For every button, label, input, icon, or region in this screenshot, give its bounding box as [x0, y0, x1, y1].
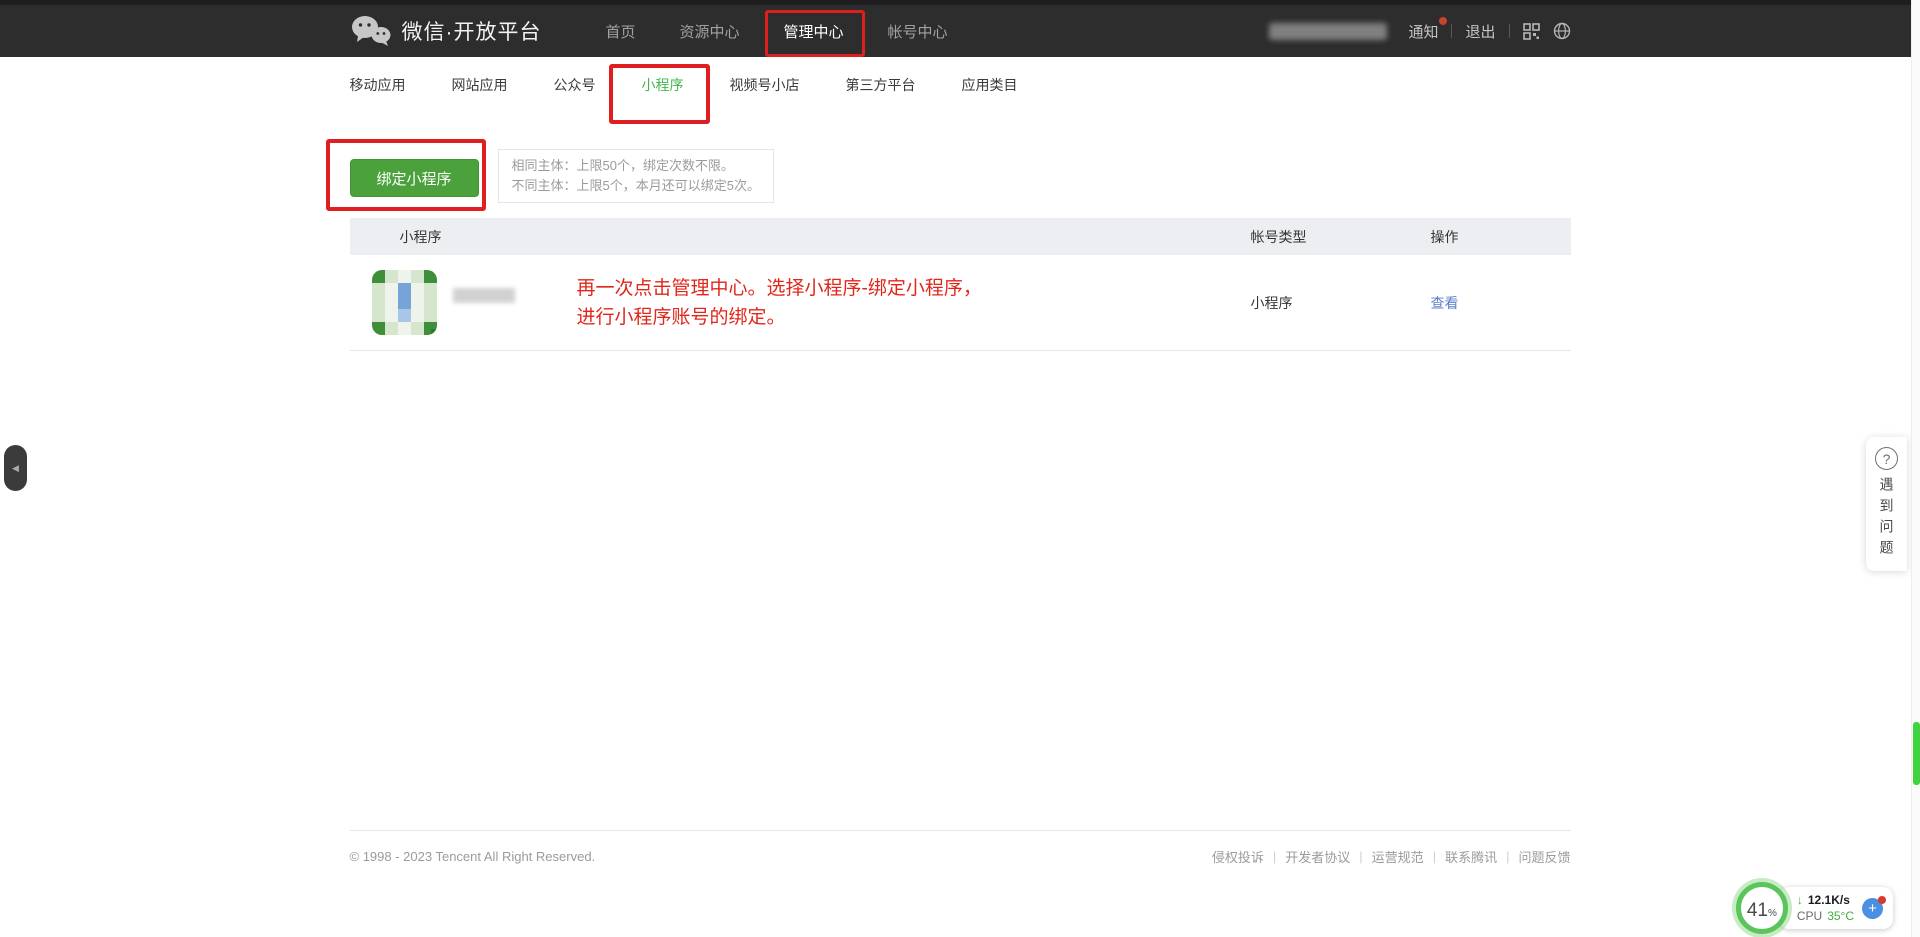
top-navbar: 微信·开放平台 首页 资源中心 管理中心 帐号中心 通知 退出	[0, 0, 1920, 57]
divider	[1509, 24, 1510, 38]
app-icon-mosaic	[372, 270, 437, 335]
app-name-blurred	[453, 288, 515, 303]
footer: © 1998 - 2023 Tencent All Right Reserved…	[350, 830, 1571, 866]
footer-link-infringement[interactable]: 侵权投诉	[1212, 847, 1264, 866]
quota-line1: 相同主体：上限50个，绑定次数不限。	[512, 156, 760, 176]
col-header-action: 操作	[1431, 227, 1571, 247]
tab-website-app[interactable]: 网站应用	[452, 75, 508, 95]
nav-resource-center[interactable]: 资源中心	[680, 21, 740, 42]
top-nav: 首页 资源中心 管理中心 帐号中心	[606, 21, 948, 42]
download-arrow-icon: ↓	[1797, 893, 1803, 907]
notice-link[interactable]: 通知	[1408, 21, 1438, 42]
help-label: 遇到问题	[1877, 477, 1897, 561]
col-header-miniprogram: 小程序	[350, 227, 1251, 247]
scrollbar-track[interactable]	[1911, 0, 1920, 937]
tab-app-category[interactable]: 应用类目	[962, 75, 1018, 95]
logout-link[interactable]: 退出	[1465, 21, 1495, 42]
notice-label: 通知	[1408, 24, 1438, 41]
user-area: 通知 退出	[1269, 21, 1570, 42]
cpu-temperature: 35°C	[1827, 909, 1854, 923]
footer-links: 侵权投诉 开发者协议 运营规范 联系腾讯 问题反馈	[1212, 847, 1571, 866]
copyright-text: © 1998 - 2023 Tencent All Right Reserved…	[350, 849, 596, 864]
brand-title: 微信·开放平台	[402, 16, 542, 46]
col-header-account-type: 帐号类型	[1251, 227, 1431, 247]
percent-value: 41	[1747, 900, 1768, 922]
footer-link-feedback[interactable]: 问题反馈	[1518, 847, 1570, 866]
wechat-logo-icon	[350, 14, 392, 48]
scrollbar-green-marker[interactable]	[1913, 722, 1920, 785]
download-speed: 12.1K/s	[1808, 893, 1850, 907]
divider	[1497, 849, 1518, 864]
help-widget[interactable]: ? 遇到问题	[1866, 437, 1907, 571]
footer-link-operation-rules[interactable]: 运营规范	[1372, 847, 1424, 866]
plus-icon: +	[1868, 900, 1877, 917]
add-button[interactable]: +	[1862, 898, 1883, 919]
divider	[1451, 24, 1452, 38]
quota-info-box: 相同主体：上限50个，绑定次数不限。 不同主体：上限5个，本月还可以绑定5次。	[498, 149, 774, 203]
tab-mobile-app[interactable]: 移动应用	[350, 75, 406, 95]
monitor-pill: ↓ 12.1K/s CPU 35°C +	[1779, 887, 1893, 929]
divider	[1424, 849, 1445, 864]
secondary-tabbar: 移动应用 网站应用 公众号 小程序 视频号小店 第三方平台 应用类目	[0, 57, 1920, 113]
tab-channels-shop[interactable]: 视频号小店	[730, 75, 800, 95]
tab-third-party-platform[interactable]: 第三方平台	[846, 75, 916, 95]
notice-badge-dot	[1439, 17, 1447, 25]
table-header: 小程序 帐号类型 操作	[350, 218, 1571, 255]
nav-management-center[interactable]: 管理中心	[784, 21, 844, 42]
annotation-line1: 再一次点击管理中心。选择小程序-绑定小程序，	[577, 274, 982, 303]
annotation-line2: 进行小程序账号的绑定。	[577, 303, 982, 332]
divider	[1264, 849, 1285, 864]
language-globe-icon[interactable]	[1553, 22, 1571, 40]
sidebar-collapse-button[interactable]: ◀	[4, 445, 27, 491]
cpu-label: CPU	[1797, 909, 1822, 923]
footer-link-contact-tencent[interactable]: 联系腾讯	[1445, 847, 1497, 866]
view-link[interactable]: 查看	[1431, 295, 1459, 311]
username-blurred	[1269, 23, 1387, 40]
tab-official-account[interactable]: 公众号	[554, 75, 596, 95]
bind-miniprogram-button[interactable]: 绑定小程序	[350, 159, 479, 197]
miniprogram-table: 小程序 帐号类型 操作	[350, 218, 1571, 351]
table-row: 再一次点击管理中心。选择小程序-绑定小程序， 进行小程序账号的绑定。 小程序 查…	[350, 255, 1571, 351]
account-type-value: 小程序	[1251, 293, 1431, 313]
main-content: 绑定小程序 相同主体：上限50个，绑定次数不限。 不同主体：上限5个，本月还可以…	[350, 113, 1571, 937]
question-icon: ?	[1875, 447, 1898, 470]
qr-code-icon[interactable]	[1523, 23, 1540, 40]
system-monitor-widget[interactable]: 41% ↓ 12.1K/s CPU 35°C +	[1736, 882, 1893, 934]
page-root: 微信·开放平台 首页 资源中心 管理中心 帐号中心 通知 退出	[0, 0, 1920, 937]
percent-sign: %	[1768, 908, 1777, 919]
nav-home[interactable]: 首页	[606, 21, 636, 42]
brand[interactable]: 微信·开放平台	[350, 14, 542, 48]
divider	[1350, 849, 1371, 864]
miniprogram-cell: 再一次点击管理中心。选择小程序-绑定小程序， 进行小程序账号的绑定。	[350, 270, 1251, 335]
battery-percent-ring: 41%	[1736, 882, 1788, 934]
annotation-red-text: 再一次点击管理中心。选择小程序-绑定小程序， 进行小程序账号的绑定。	[577, 274, 982, 332]
quota-line2: 不同主体：上限5个，本月还可以绑定5次。	[512, 176, 760, 196]
footer-link-developer-agreement[interactable]: 开发者协议	[1285, 847, 1350, 866]
left-arrow-icon: ◀	[12, 463, 19, 474]
nav-account-center[interactable]: 帐号中心	[888, 21, 948, 42]
notification-badge-dot	[1878, 896, 1886, 904]
tab-miniprogram[interactable]: 小程序	[642, 75, 684, 95]
